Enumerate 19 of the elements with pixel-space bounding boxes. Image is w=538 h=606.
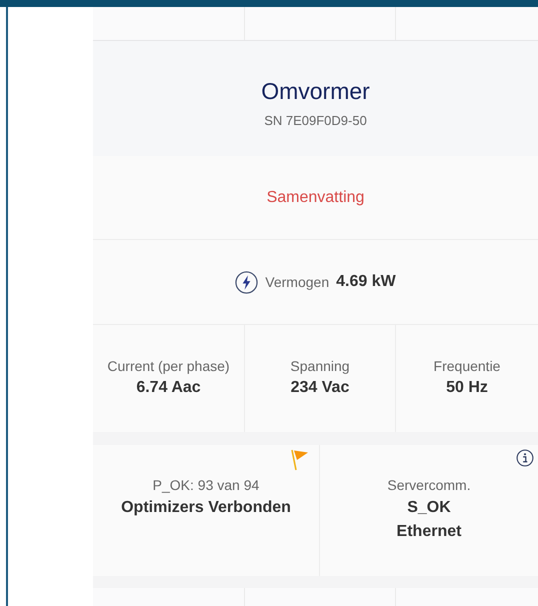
- summary-link[interactable]: Samenvatting: [266, 188, 364, 206]
- status-label: Servercomm.: [387, 477, 471, 493]
- metric-value: 6.74 Aac: [136, 379, 201, 397]
- serial-number: SN 7E09F0D9-50: [264, 112, 367, 128]
- device-title: Omvormer: [261, 78, 370, 104]
- status-value: Ethernet: [396, 523, 462, 541]
- metric-label: Spanning: [290, 358, 350, 374]
- power-value: 4.69 kW: [336, 273, 396, 291]
- metric-label: Current (per phase): [107, 358, 230, 374]
- status-label: P_OK: 93 van 94: [152, 477, 260, 493]
- metric-value: 50 Hz: [446, 379, 488, 397]
- status-value: Optimizers Verbonden: [121, 499, 291, 517]
- info-icon: [516, 449, 534, 467]
- flag-icon: [291, 449, 309, 471]
- status-value: S_OK: [407, 499, 451, 517]
- power-label: Vermogen: [265, 274, 330, 290]
- metric-value: 234 Vac: [290, 379, 350, 397]
- metric-label: Frequentie: [434, 358, 500, 374]
- lightning-bolt-icon: [235, 270, 258, 294]
